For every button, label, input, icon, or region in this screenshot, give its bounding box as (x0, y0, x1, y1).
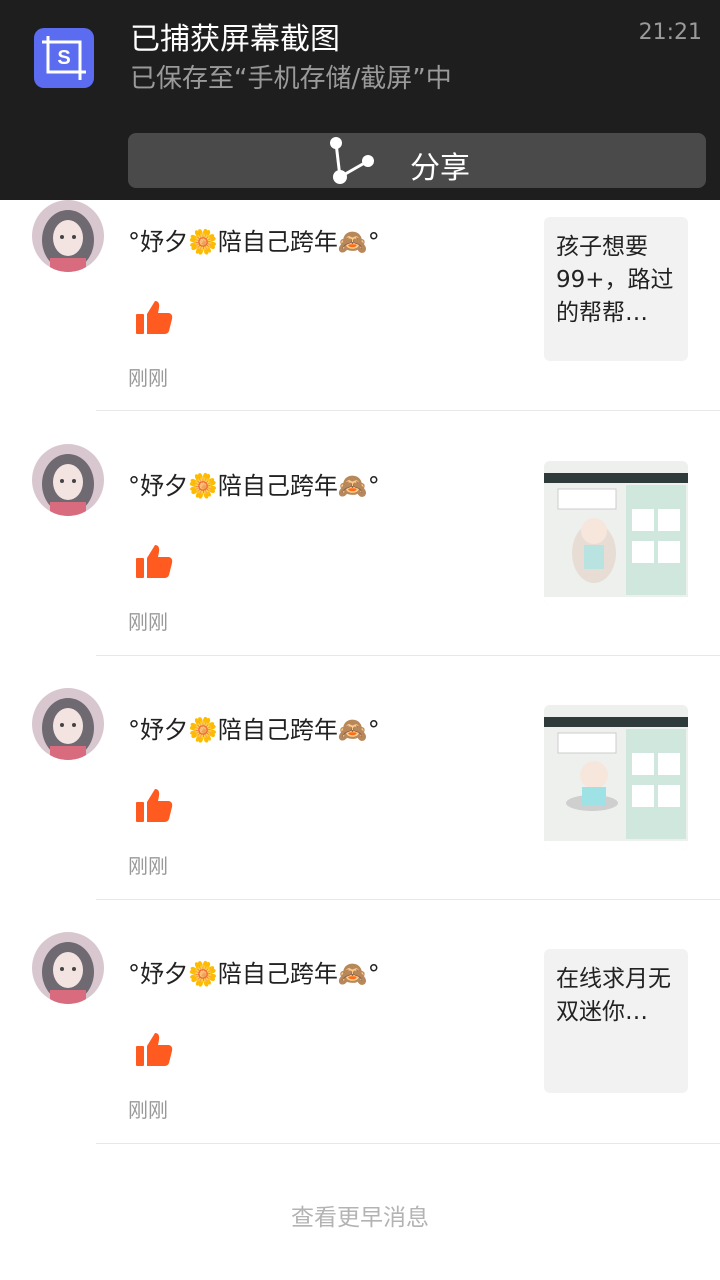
list-item[interactable]: °妤夕🌼陪自己跨年🙈° 刚刚 (0, 444, 720, 688)
sender-name: °妤夕🌼陪自己跨年🙈° (128, 716, 380, 744)
avatar[interactable] (32, 444, 104, 516)
sender-name: °妤夕🌼陪自己跨年🙈° (128, 960, 380, 988)
post-thumbnail-image[interactable] (544, 461, 688, 605)
sender-name: °妤夕🌼陪自己跨年🙈° (128, 472, 380, 500)
list-item[interactable]: °妤夕🌼陪自己跨年🙈° 刚刚 (0, 688, 720, 932)
thumbs-up-icon (136, 545, 173, 578)
screenshot-app-icon: S (34, 28, 94, 88)
notification-title: 已捕获屏幕截图 (130, 22, 340, 57)
message-time: 刚刚 (128, 1098, 168, 1122)
message-time: 刚刚 (128, 610, 168, 634)
avatar[interactable] (32, 688, 104, 760)
share-label: 分享 (410, 151, 470, 186)
avatar[interactable] (32, 200, 104, 272)
share-button[interactable]: 分享 (128, 133, 706, 188)
post-thumbnail-image[interactable] (544, 705, 688, 849)
list-item[interactable]: °妤夕🌼陪自己跨年🙈° 刚刚 孩子想要99+，路过的帮帮… (0, 200, 720, 444)
post-preview[interactable]: 在线求月无双迷你… (544, 949, 688, 1093)
divider (96, 655, 720, 656)
divider (96, 410, 720, 411)
sender-name: °妤夕🌼陪自己跨年🙈° (128, 228, 380, 256)
divider (96, 1143, 720, 1144)
thumbs-up-icon (136, 301, 173, 334)
thumbs-up-icon (136, 789, 173, 822)
screenshot-notification[interactable]: S 已捕获屏幕截图 已保存至“手机存储/截屏”中 21:21 分享 (0, 0, 720, 200)
post-preview[interactable]: 孩子想要99+，路过的帮帮… (544, 217, 688, 361)
avatar[interactable] (32, 932, 104, 1004)
svg-text:S: S (57, 47, 70, 69)
notification-subtitle: 已保存至“手机存储/截屏”中 (130, 64, 452, 94)
share-icon (330, 137, 374, 184)
message-time: 刚刚 (128, 366, 168, 390)
notification-time: 21:21 (638, 20, 702, 45)
thumbs-up-icon (136, 1033, 173, 1066)
divider (96, 899, 720, 900)
message-time: 刚刚 (128, 854, 168, 878)
view-earlier-messages-link[interactable]: 查看更早消息 (0, 1198, 720, 1232)
list-item[interactable]: °妤夕🌼陪自己跨年🙈° 刚刚 在线求月无双迷你… (0, 932, 720, 1176)
